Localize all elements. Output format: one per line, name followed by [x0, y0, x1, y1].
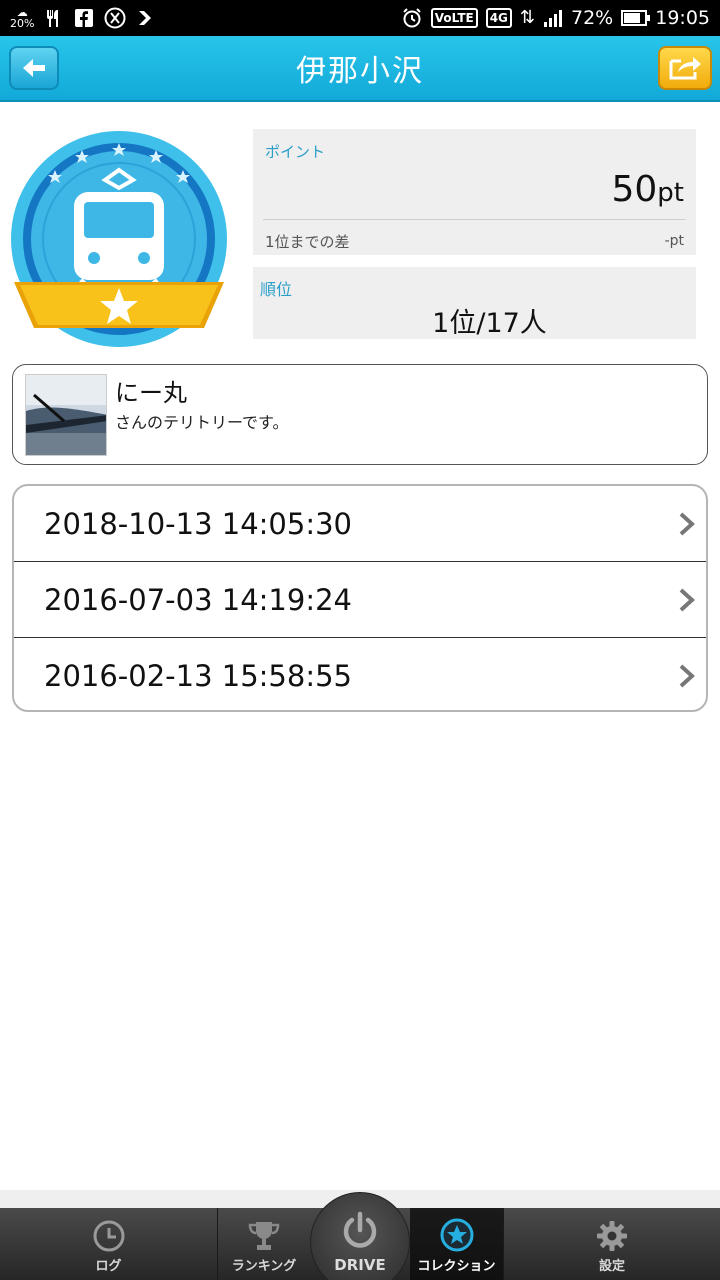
alarm-icon — [401, 7, 423, 29]
nav-log-label: ログ — [95, 1259, 122, 1274]
rank-value: 1位/17人 — [432, 308, 547, 339]
history-row[interactable]: 2016-07-03 14:19:24 — [14, 562, 706, 638]
app-header: 伊那小沢 — [0, 36, 720, 102]
arrow-left-icon — [23, 59, 45, 77]
cutlery-icon — [104, 7, 126, 29]
diff-to-first-value: -pt — [664, 233, 684, 249]
station-badge — [10, 130, 228, 348]
facebook-icon — [74, 8, 94, 28]
share-button[interactable] — [658, 46, 712, 90]
share-icon — [669, 57, 701, 80]
points-value: 50pt — [611, 169, 684, 210]
restaurant-icon — [44, 8, 64, 28]
territory-owner-card[interactable]: にー丸 さんのテリトリーです。 — [12, 364, 708, 465]
history-row[interactable]: 2016-02-13 15:58:55 — [14, 638, 706, 710]
chevron-right-icon — [679, 512, 695, 535]
clock: 19:05 — [655, 7, 710, 29]
history-datetime: 2018-10-13 14:05:30 — [44, 506, 352, 541]
clock-icon — [93, 1220, 124, 1252]
nav-settings-label: 設定 — [598, 1259, 625, 1274]
points-panel: ポイント 50pt 1位までの差 -pt — [253, 129, 696, 255]
star-circle-icon — [440, 1218, 473, 1252]
power-icon — [343, 1211, 377, 1248]
signal-icon — [543, 9, 563, 27]
chevron-right-icon — [679, 664, 695, 688]
visit-history-list: 2018-10-13 14:05:30 2016-07-03 14:19:24 … — [12, 484, 708, 712]
drive-label: DRIVE — [334, 1256, 386, 1274]
owner-name: にー丸 — [115, 379, 187, 407]
chevron-right-icon — [679, 588, 695, 611]
points-unit: pt — [657, 178, 684, 208]
battery-percent: 72% — [571, 7, 614, 29]
rank-panel: 順位 1位/17人 — [253, 267, 696, 339]
gear-icon — [597, 1221, 627, 1251]
points-number: 50 — [611, 169, 658, 210]
history-row[interactable]: 2018-10-13 14:05:30 — [14, 486, 706, 562]
diff-to-first-label: 1位までの差 — [265, 233, 350, 251]
back-button[interactable] — [9, 46, 59, 90]
battery-icon — [621, 10, 651, 26]
history-datetime: 2016-07-03 14:19:24 — [44, 582, 352, 617]
history-datetime: 2016-02-13 15:58:55 — [44, 659, 352, 693]
rank-label: 順位 — [260, 280, 293, 299]
data-arrows-icon: ⇅ — [519, 7, 535, 28]
volte-indicator: VoLTE — [430, 8, 478, 28]
trophy-icon — [248, 1222, 280, 1250]
nav-collection-label: コレクション — [417, 1259, 496, 1274]
network-type: 4G — [485, 8, 512, 28]
app-notification-icon — [136, 8, 156, 28]
nav-ranking-label: ランキング — [231, 1259, 297, 1274]
nav-log[interactable]: ログ — [0, 1208, 218, 1280]
status-bar: ☁ 20% VoLTE 4G ⇅ 72% 19:05 — [0, 0, 720, 36]
page-title: 伊那小沢 — [296, 54, 424, 89]
nav-settings[interactable]: 設定 — [503, 1208, 720, 1280]
nav-collection[interactable]: コレクション — [410, 1208, 503, 1280]
territory-message: さんのテリトリーです。 — [115, 413, 289, 432]
screen: ☁ 20% VoLTE 4G ⇅ 72% 19:05 伊那小沢 ポイント 50p… — [0, 0, 720, 1280]
points-label: ポイント — [265, 143, 326, 161]
weather-percent: 20% — [10, 17, 35, 30]
owner-avatar — [25, 374, 107, 456]
divider — [263, 219, 686, 220]
weather-icon: ☁ 20% — [10, 6, 35, 30]
nav-ranking[interactable]: ランキング — [218, 1208, 310, 1280]
